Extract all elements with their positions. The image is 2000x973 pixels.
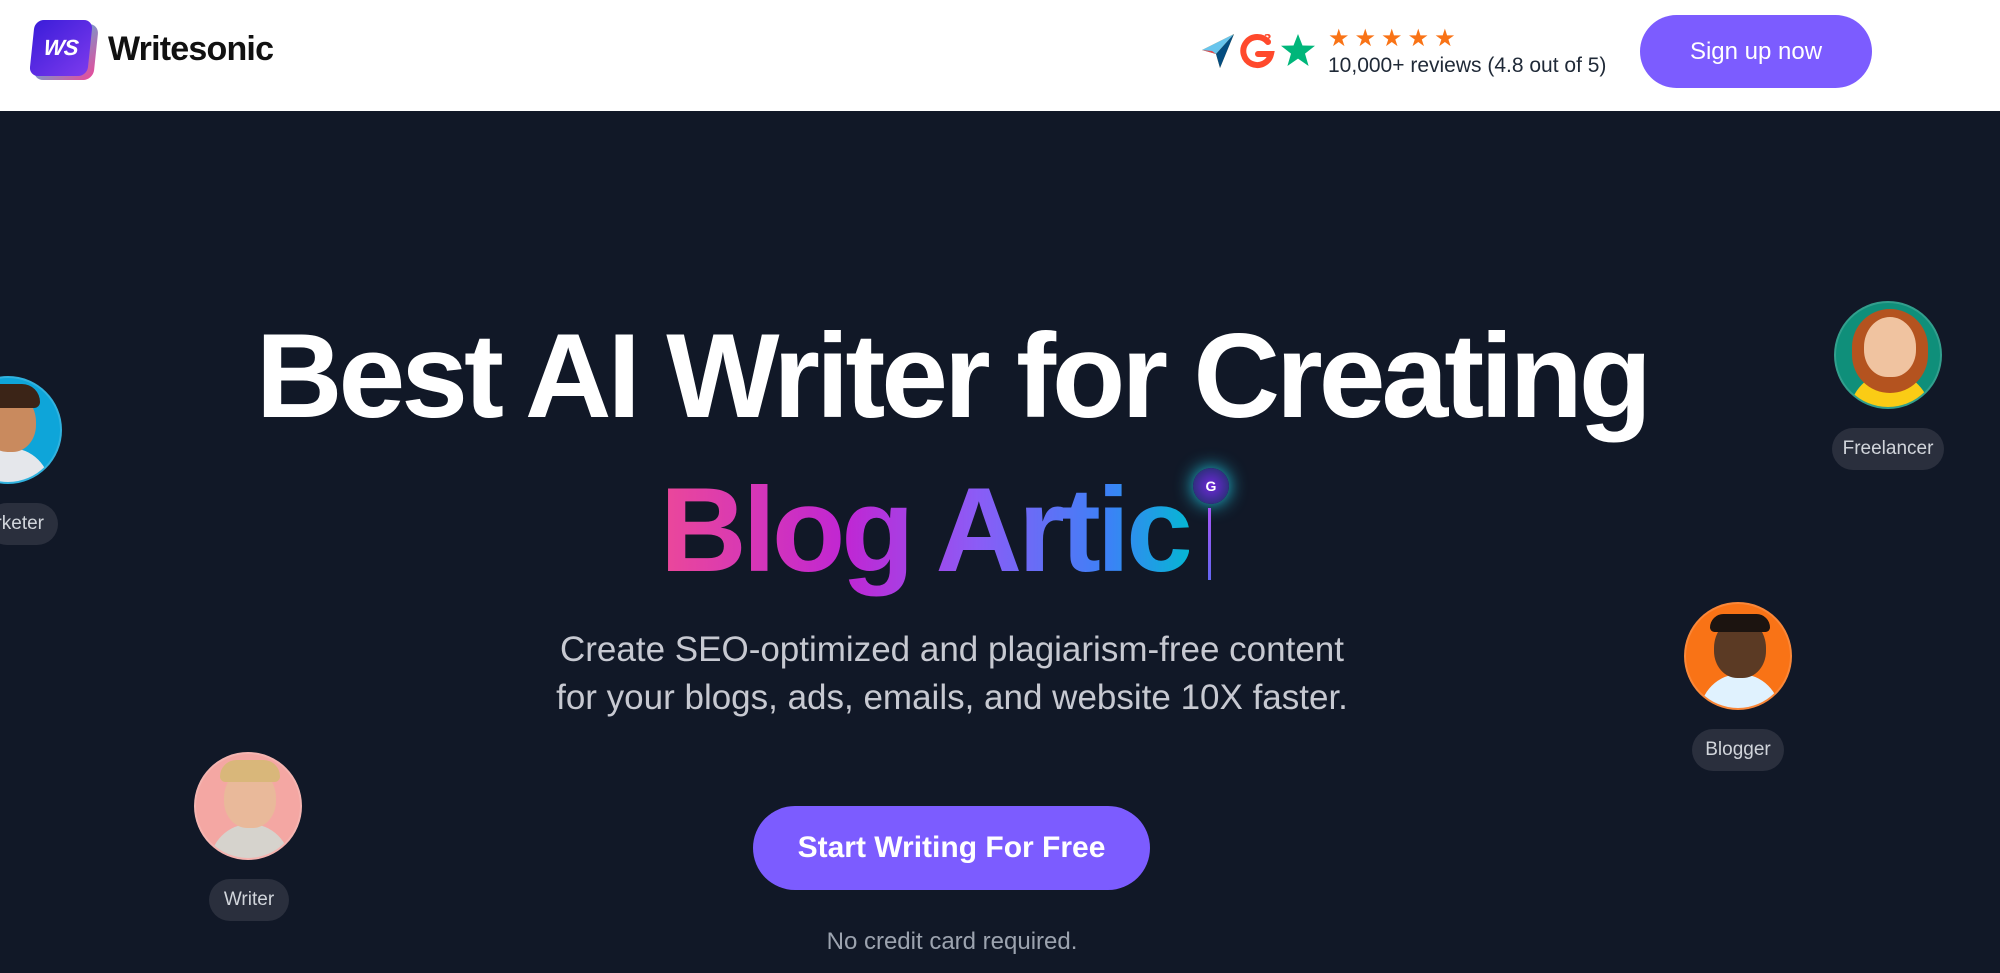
persona-label-blogger: Blogger bbox=[1692, 729, 1784, 771]
avatar-hair bbox=[1710, 614, 1770, 632]
persona-label-marketer: rketer bbox=[0, 503, 58, 545]
star-icon: ★ bbox=[1434, 24, 1456, 52]
hero-subtitle: Create SEO-optimized and plagiarism-free… bbox=[0, 626, 1904, 722]
sign-up-button[interactable]: Sign up now bbox=[1640, 15, 1872, 88]
subtitle-line: Create SEO-optimized and plagiarism-free… bbox=[560, 630, 1344, 669]
avatar-hair bbox=[220, 760, 280, 782]
avatar-shirt bbox=[1700, 674, 1780, 708]
brand-name[interactable]: Writesonic bbox=[108, 30, 274, 69]
persona-label-freelancer: Freelancer bbox=[1832, 428, 1944, 470]
review-count: 10,000+ reviews (4.8 out of 5) bbox=[1328, 54, 1607, 77]
typing-cursor bbox=[1208, 508, 1211, 580]
freelancer-avatar bbox=[1834, 301, 1942, 409]
star-icon: ★ bbox=[1381, 24, 1403, 52]
hero-title: Best AI Writer for Creating bbox=[255, 309, 1652, 443]
avatar-shirt bbox=[210, 824, 290, 858]
writesonic-logo[interactable]: WS bbox=[29, 20, 99, 82]
svg-text:2: 2 bbox=[1264, 32, 1272, 45]
no-credit-card-note: No credit card required. bbox=[826, 928, 1078, 955]
star-icon: ★ bbox=[1407, 24, 1430, 52]
star-icon: ★ bbox=[1328, 24, 1350, 52]
star-icon: ★ bbox=[1354, 24, 1377, 52]
avatar-hair bbox=[0, 384, 40, 408]
capterra-icon bbox=[1202, 34, 1234, 68]
rating-stars: ★ ★ ★ ★ ★ bbox=[1328, 26, 1456, 50]
avatar-shirt bbox=[0, 448, 50, 482]
blogger-avatar bbox=[1684, 602, 1792, 710]
hero-typed-text: Blog Artic bbox=[660, 460, 1193, 600]
cursor-badge-icon: G bbox=[1193, 468, 1229, 504]
review-site-logos: 2 bbox=[1200, 30, 1316, 74]
trustpilot-star-icon bbox=[1281, 34, 1315, 66]
writer-avatar bbox=[194, 752, 302, 860]
g2-icon: 2 bbox=[1240, 32, 1275, 69]
avatar-face bbox=[1864, 317, 1916, 377]
logo-mark: WS bbox=[29, 20, 93, 76]
persona-label-writer: Writer bbox=[209, 879, 289, 921]
top-navbar: WS Writesonic 2 ★ ★ ★ ★ ★ 10,000+ review… bbox=[0, 0, 2000, 111]
subtitle-line: for your blogs, ads, emails, and website… bbox=[556, 678, 1348, 717]
start-writing-button[interactable]: Start Writing For Free bbox=[753, 806, 1150, 890]
